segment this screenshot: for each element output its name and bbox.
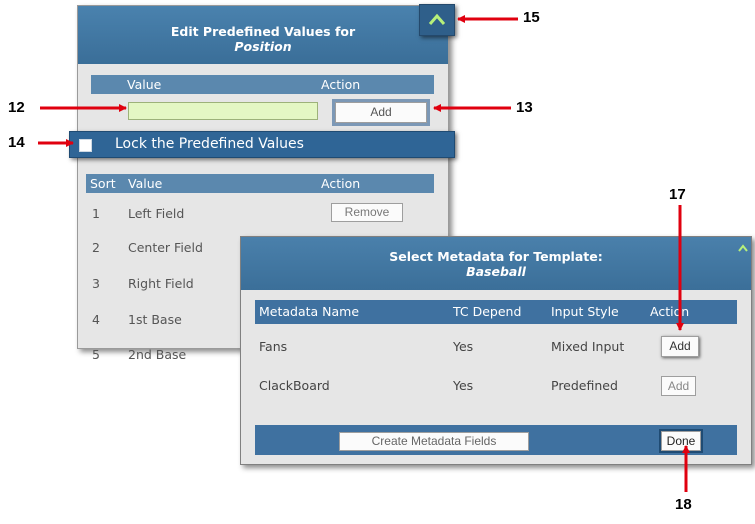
callout-13: 13	[516, 99, 533, 116]
callout-14: 14	[8, 134, 25, 151]
callout-15: 15	[523, 9, 540, 26]
callout-arrows	[38, 15, 690, 492]
callout-12: 12	[8, 99, 25, 116]
callout-17: 17	[669, 186, 686, 203]
callout-18: 18	[675, 496, 692, 513]
